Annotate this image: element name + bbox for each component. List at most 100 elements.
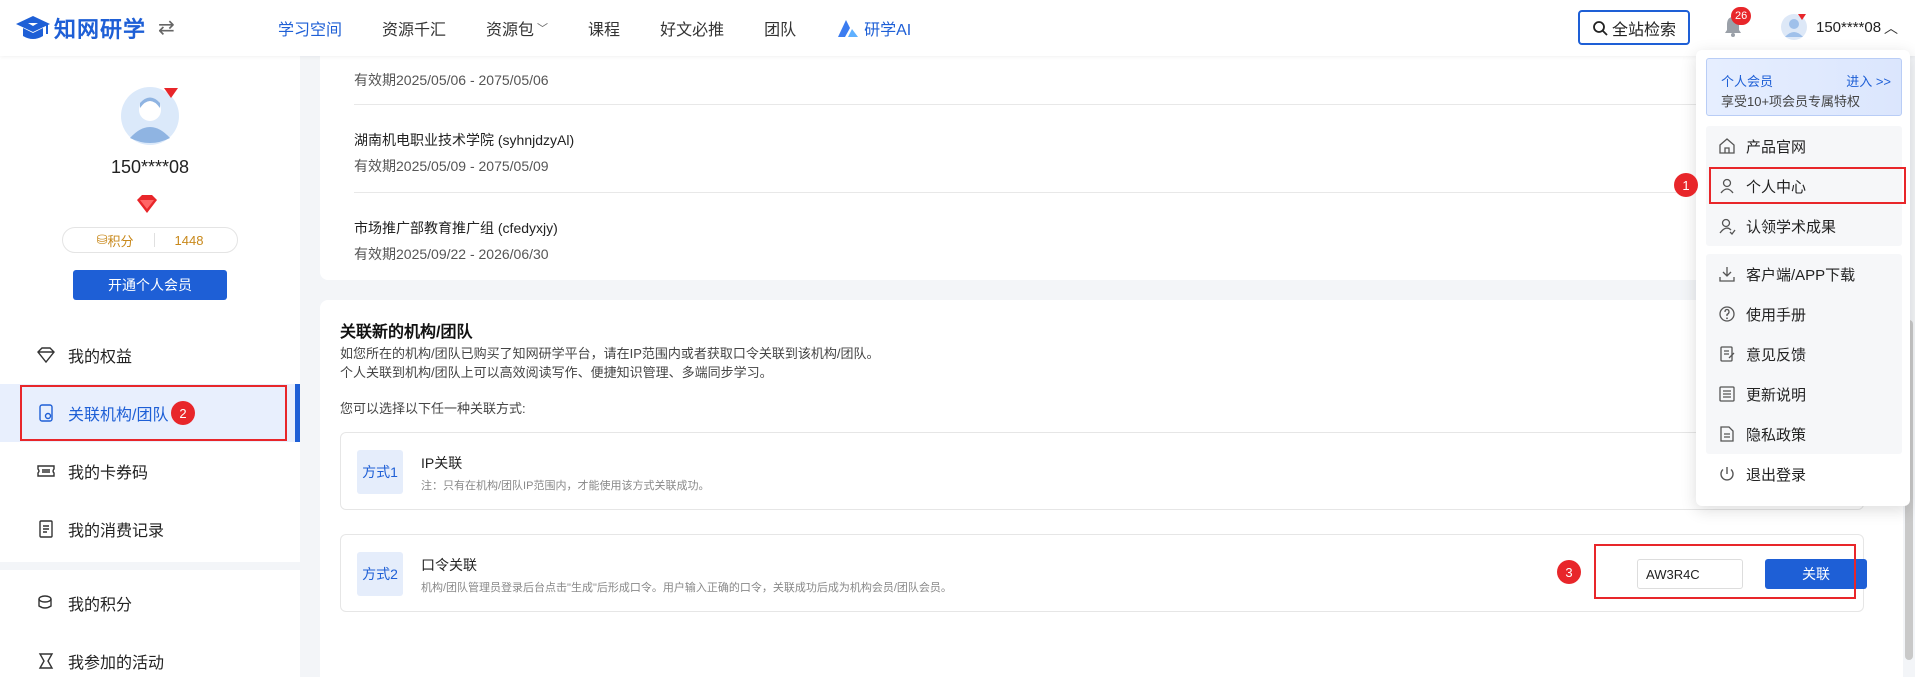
- sidebar-item-consumption[interactable]: 我的消费记录: [0, 500, 300, 558]
- home-icon: [1719, 138, 1735, 154]
- menu-item-personal-center[interactable]: 个人中心: [1706, 166, 1902, 206]
- org-validity: 有效期2025/09/22 - 2026/06/30: [354, 246, 549, 262]
- points-label: 积分: [107, 233, 134, 249]
- switch-arrows-icon[interactable]: ⇄: [158, 15, 175, 40]
- avatar[interactable]: [1780, 13, 1808, 41]
- main-nav: 学习空间 资源千汇 资源包 ﹀ 课程 好文必推 团队 研学AI: [278, 0, 951, 56]
- nav-team[interactable]: 团队: [764, 16, 796, 40]
- user-claim-icon: [1719, 218, 1736, 235]
- menu-item-label: 产品官网: [1746, 138, 1807, 156]
- menu-group: 客户端/APP下载 使用手册 意见反馈 更新说明 隐私政策: [1706, 254, 1902, 454]
- description-line: 个人关联到机构/团队上可以高效阅读写作、便捷知识管理、多端同步学习。: [340, 365, 773, 380]
- menu-item-label: 客户端/APP下载: [1746, 266, 1856, 284]
- top-bar: 知网研学 ⇄ 学习空间 资源千汇 资源包 ﹀ 课程 好文必推 团队 研学AI 全…: [0, 0, 1915, 56]
- nav-resources[interactable]: 资源千汇: [382, 16, 446, 40]
- nav-research-ai-label: 研学AI: [864, 22, 912, 39]
- org-validity: 有效期2025/05/09 - 2075/05/09: [354, 158, 549, 174]
- method-note: 机构/团队管理员登录后台点击"生成"后形成口令。用户输入正确的口令，关联成功后成…: [421, 582, 952, 594]
- invite-code-input[interactable]: [1637, 559, 1743, 589]
- coins-icon: ⛁: [96, 232, 108, 247]
- member-enter-link[interactable]: 进入 >>: [1846, 71, 1891, 90]
- coins-icon: [38, 595, 52, 609]
- org-row: 湖南机电职业技术学院 (syhnjdzyAl) 有效期2025/05/09 - …: [354, 130, 1894, 176]
- menu-item-label: 使用手册: [1746, 306, 1807, 324]
- method-name: 口令关联: [421, 557, 477, 573]
- org-row: 市场推广部教育推广组 (cfedyxjy) 有效期2025/09/22 - 20…: [354, 218, 1894, 264]
- nav-courses[interactable]: 课程: [588, 16, 620, 40]
- sidebar-item-label: 关联机构/团队: [68, 407, 169, 424]
- help-icon: [1719, 306, 1735, 322]
- method-tag: 方式2: [357, 552, 403, 596]
- member-title: 个人会员: [1721, 74, 1774, 89]
- graduation-cap-icon: [16, 16, 50, 39]
- nav-research-ai[interactable]: 研学AI: [836, 16, 911, 40]
- org-row: 有效期2025/05/06 - 2075/05/06: [354, 64, 1894, 90]
- sidebar-item-label: 我参加的活动: [68, 655, 165, 672]
- menu-item-label: 更新说明: [1746, 386, 1807, 404]
- link-document-icon: [39, 404, 53, 422]
- sidebar-item-activities[interactable]: 我参加的活动: [0, 632, 300, 677]
- annotation-badge-3: 3: [1557, 560, 1581, 584]
- profile-avatar: [121, 87, 179, 145]
- menu-item-label: 隐私政策: [1746, 426, 1807, 444]
- site-search-label: 全站检索: [1611, 21, 1676, 39]
- link-button[interactable]: 关联: [1765, 559, 1867, 589]
- menu-item-release-notes[interactable]: 更新说明: [1706, 374, 1902, 414]
- points-pill[interactable]: ⛁ 积分 1448: [62, 227, 238, 253]
- logout-button[interactable]: 退出登录: [1706, 454, 1902, 494]
- menu-group: 产品官网 个人中心 认领学术成果: [1706, 126, 1902, 246]
- personal-member-banner[interactable]: 个人会员 进入 >> 享受10+项会员专属特权: [1706, 58, 1902, 116]
- menu-item-label: 意见反馈: [1746, 346, 1807, 364]
- sidebar-item-vouchers[interactable]: 我的卡券码: [0, 442, 300, 500]
- section-description: 如您所在的机构/团队已购买了知网研学平台，请在IP范围内或者获取口令关联到该机构…: [340, 344, 880, 382]
- sidebar-item-link-org[interactable]: 关联机构/团队: [0, 384, 300, 442]
- profile-username: 150****08: [110, 157, 190, 177]
- nav-study-space[interactable]: 学习空间: [278, 16, 342, 40]
- nav-resource-pack-label: 资源包: [486, 22, 535, 39]
- diamond-icon: [37, 347, 55, 364]
- link-org-card: 关联新的机构/团队 如您所在的机构/团队已购买了知网研学平台，请在IP范围内或者…: [320, 300, 1910, 677]
- annotation-badge-2: 2: [171, 401, 195, 425]
- org-name: 湖南机电职业技术学院 (syhnjdzyAl): [354, 132, 575, 148]
- sidebar-item-label: 我的权益: [68, 349, 133, 366]
- activity-icon: [38, 653, 54, 669]
- top-username[interactable]: 150****08: [1816, 19, 1881, 36]
- method-ip-link: 方式1 IP关联 注：只有在机构/团队IP范围内，才能使用该方式关联成功。: [340, 432, 1864, 510]
- chevron-down-icon: ﹀: [537, 23, 549, 35]
- ai-logo-icon: [838, 20, 859, 37]
- sidebar-item-points[interactable]: 我的积分: [0, 574, 300, 632]
- menu-item-feedback[interactable]: 意见反馈: [1706, 334, 1902, 374]
- download-icon: [1719, 267, 1735, 282]
- menu-item-label: 个人中心: [1746, 178, 1807, 196]
- menu-item-download[interactable]: 客户端/APP下载: [1706, 254, 1902, 294]
- nav-resource-pack[interactable]: 资源包 ﹀: [486, 16, 548, 40]
- power-icon: [1720, 467, 1734, 481]
- menu-item-product-site[interactable]: 产品官网: [1706, 126, 1902, 166]
- open-membership-button[interactable]: 开通个人会员: [73, 270, 227, 300]
- logo[interactable]: 知网研学: [14, 12, 146, 44]
- menu-item-claim-achievements[interactable]: 认领学术成果: [1706, 206, 1902, 246]
- logout-label: 退出登录: [1746, 466, 1807, 484]
- list-icon: [1719, 386, 1735, 402]
- user-dropdown-menu: 个人会员 进入 >> 享受10+项会员专属特权 产品官网 个人中心 认领学术成果…: [1696, 50, 1910, 506]
- menu-item-label: 认领学术成果: [1746, 218, 1837, 236]
- nav-recommended[interactable]: 好文必推: [660, 16, 724, 40]
- sidebar-item-benefits[interactable]: 我的权益: [0, 326, 300, 384]
- menu-item-privacy[interactable]: 隐私政策: [1706, 414, 1902, 454]
- member-subtitle: 享受10+项会员专属特权: [1721, 94, 1861, 109]
- sidebar-divider: [0, 562, 300, 570]
- menu-item-manual[interactable]: 使用手册: [1706, 294, 1902, 334]
- ticket-icon: [37, 465, 55, 477]
- description-line: 如您所在的机构/团队已购买了知网研学平台，请在IP范围内或者获取口令关联到该机构…: [340, 346, 880, 361]
- points-value: 1448: [174, 232, 204, 248]
- chevron-up-icon[interactable]: ︿: [1884, 18, 1898, 38]
- site-search-button[interactable]: 全站检索: [1578, 10, 1690, 45]
- section-title: 关联新的机构/团队: [340, 324, 473, 341]
- search-icon: [1593, 20, 1608, 36]
- sidebar-menu: 我的权益 关联机构/团队 我的卡券码 我的消费记录 我的积分 我参加的活动: [0, 326, 300, 677]
- method-name: IP关联: [421, 455, 463, 471]
- diamond-icon: [137, 195, 157, 213]
- sidebar-item-label: 我的积分: [68, 597, 133, 614]
- linked-orgs-card: 有效期2025/05/06 - 2075/05/06 湖南机电职业技术学院 (s…: [320, 56, 1910, 280]
- document-icon: [1720, 426, 1734, 442]
